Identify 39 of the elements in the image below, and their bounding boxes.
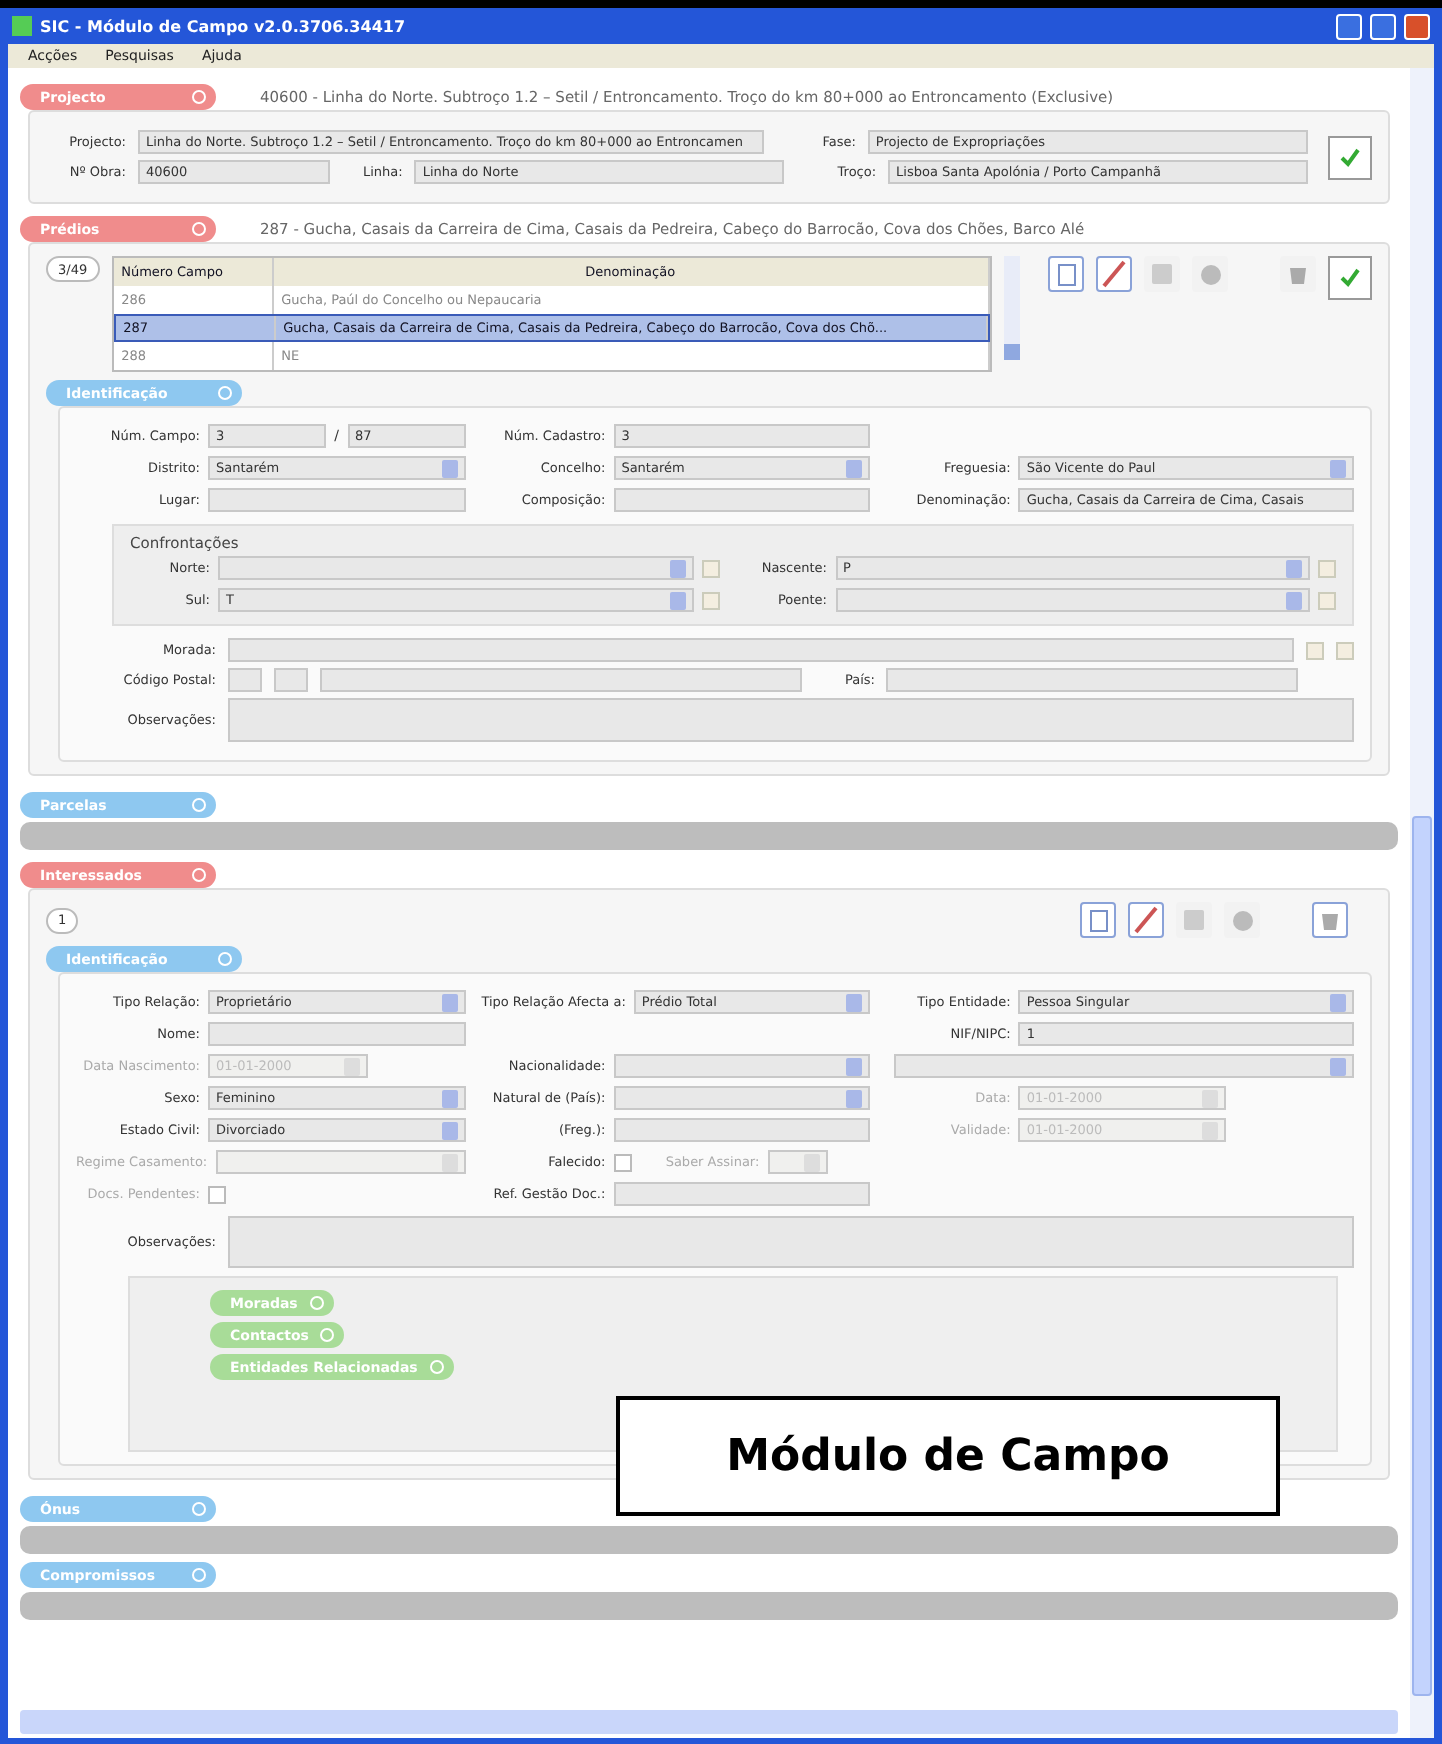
dropdown[interactable] <box>767 1150 828 1174</box>
checkbox[interactable] <box>613 1153 632 1171</box>
horizontal-scrollbar[interactable] <box>20 1710 1398 1734</box>
new-document-icon[interactable] <box>1048 256 1084 292</box>
input-field[interactable] <box>273 668 308 692</box>
input-field[interactable] <box>228 638 1294 662</box>
notes-field[interactable] <box>228 1216 1354 1268</box>
confirm-button[interactable] <box>1328 135 1372 179</box>
save-icon[interactable] <box>1176 902 1212 938</box>
input-field[interactable] <box>613 488 871 512</box>
input-field[interactable] <box>319 668 803 692</box>
dropdown[interactable] <box>613 1054 871 1078</box>
delete-icon[interactable] <box>1312 902 1348 938</box>
checkmark-icon <box>1338 266 1362 290</box>
input-field[interactable] <box>208 1022 466 1046</box>
input-field[interactable] <box>228 668 262 692</box>
close-button[interactable] <box>1404 13 1430 39</box>
dropdown[interactable] <box>613 1086 871 1110</box>
delete-icon[interactable] <box>1280 256 1316 292</box>
input-field[interactable] <box>208 488 466 512</box>
vertical-scrollbar[interactable] <box>1410 68 1434 1738</box>
dropdown[interactable] <box>218 556 693 580</box>
caption-label: Módulo de Campo <box>616 1396 1280 1516</box>
input-field[interactable] <box>613 1182 871 1206</box>
dropdown[interactable] <box>835 588 1310 612</box>
confirm-button[interactable] <box>1328 256 1372 300</box>
pencil-icon[interactable] <box>1128 902 1164 938</box>
save-icon[interactable] <box>1144 256 1180 292</box>
dropdown[interactable] <box>894 1054 1354 1078</box>
input-field[interactable] <box>613 1118 871 1142</box>
new-document-icon[interactable] <box>1080 902 1116 938</box>
maximize-button[interactable] <box>1370 13 1396 39</box>
checkmark-icon <box>1338 145 1362 169</box>
window-title: SIC - Módulo de Campo v2.0.3706.34417 <box>40 17 408 35</box>
minimize-button[interactable] <box>1336 13 1362 39</box>
notes-field[interactable] <box>228 698 1354 742</box>
app-icon <box>12 16 32 36</box>
input-field[interactable] <box>886 668 1299 692</box>
pencil-icon[interactable] <box>1096 256 1132 292</box>
